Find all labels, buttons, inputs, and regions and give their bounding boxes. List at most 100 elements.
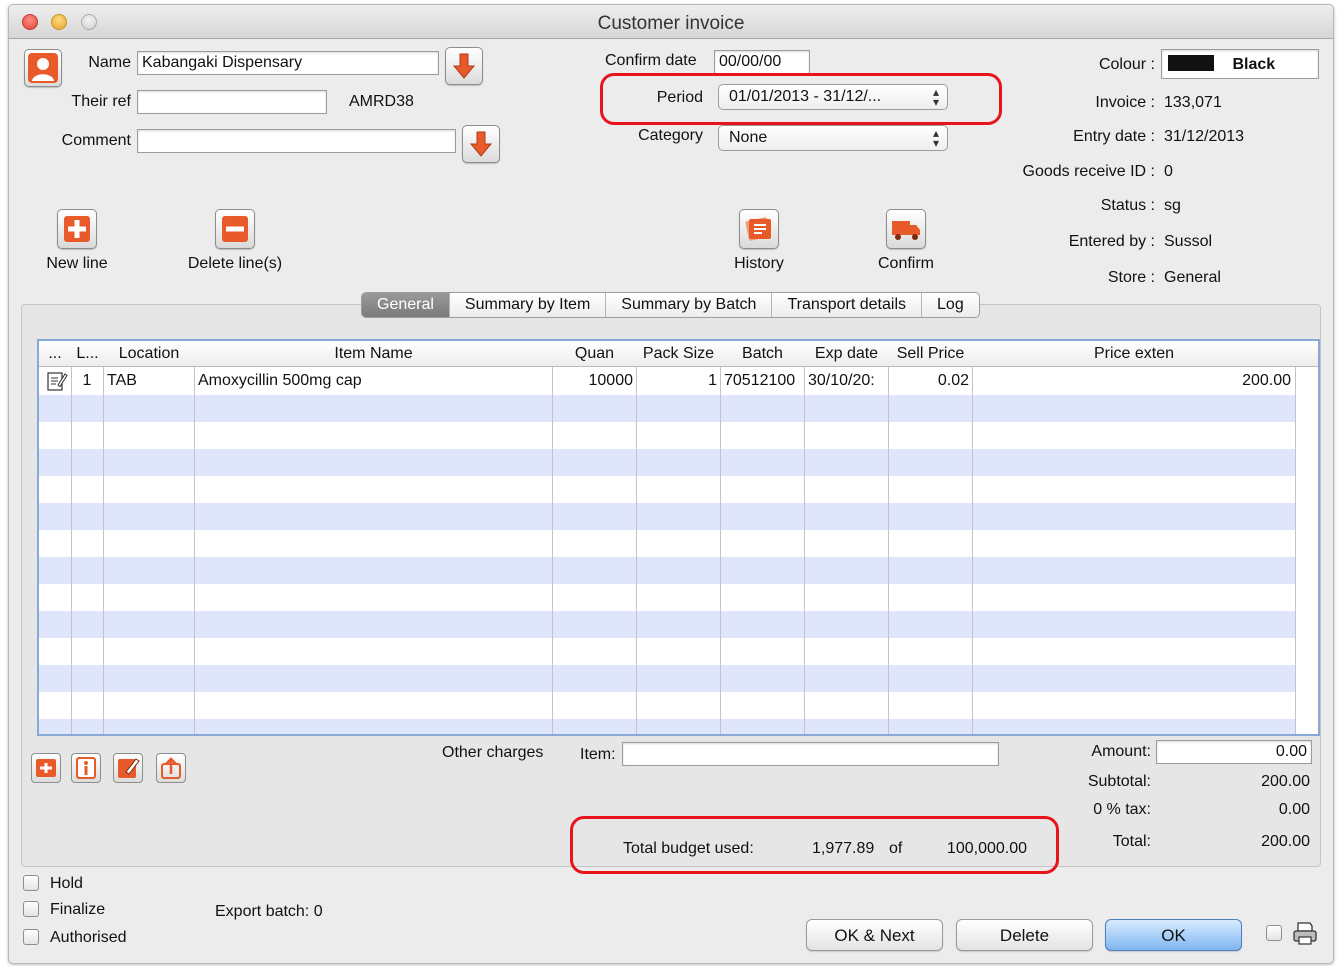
budget-total: 100,000.00 [946,840,1027,857]
entry-date-value: 31/12/2013 [1164,128,1245,145]
edit-note-icon[interactable] [46,370,68,392]
sell-price-cell: 0.02 [937,372,969,389]
arrow-down-icon [452,53,476,79]
printer-icon[interactable] [1291,919,1319,947]
invoice-value: 133,071 [1164,94,1222,111]
comment-field[interactable] [137,129,456,153]
tab-summary-by-item[interactable]: Summary by Item [450,293,607,317]
location-cell: TAB [107,372,137,389]
tax-value: 0.00 [1278,801,1310,818]
line-number: 1 [82,372,92,389]
authorised-checkbox[interactable] [23,929,39,945]
customer-code: AMRD38 [349,93,414,110]
batch-cell: 70512100 [724,372,796,389]
store-value: General [1164,269,1221,286]
their-ref-field[interactable] [137,90,327,114]
ok-button[interactable]: OK [1105,919,1242,951]
category-label: Category [638,127,703,144]
budget-used: 1,977.89 [812,840,875,857]
confirm-date-field[interactable]: 00/00/00 [714,50,810,74]
charge-item-label: Item: [580,746,616,763]
confirm-label: Confirm [877,255,934,272]
column-header[interactable]: Pack Size [637,345,720,363]
person-icon [28,53,58,83]
category-select[interactable]: None ▴ ▾ [718,125,948,151]
column-header[interactable]: Location [104,345,194,363]
status-label: Status : [1100,197,1155,214]
ok-next-button[interactable]: OK & Next [806,919,943,951]
quantity-cell: 10000 [588,372,634,389]
invoice-lines-table[interactable]: ... L... Location Item Name Quan Pack Si… [37,339,1320,736]
new-line-label: New line [46,255,108,272]
info-button[interactable] [71,753,101,783]
table-header: ... L... Location Item Name Quan Pack Si… [39,341,1318,367]
delete-lines-button[interactable]: Delete line(s) [174,209,296,273]
colour-select[interactable]: Black [1161,49,1319,79]
export-icon [161,757,181,779]
print-checkbox[interactable] [1266,925,1282,941]
customer-invoice-window: Customer invoice Name Kabangaki Dispensa… [8,4,1334,964]
price-extension-cell: 200.00 [1242,372,1291,389]
period-value: 01/01/2013 - 31/12/... [729,88,882,105]
tax-label: 0 % tax: [1093,801,1151,818]
tab-log[interactable]: Log [922,293,979,317]
arrow-down-icon [469,131,493,157]
hold-label: Hold [50,875,83,892]
budget-label: Total budget used: [623,840,754,857]
minus-icon [222,216,248,242]
delete-lines-label: Delete line(s) [187,255,283,272]
confirm-button[interactable]: Confirm [866,209,946,273]
amount-field[interactable]: 0.00 [1156,740,1312,764]
column-header[interactable]: Exp date [805,345,888,363]
comment-label: Comment [61,132,131,149]
goods-receive-value: 0 [1164,163,1173,180]
comment-choose-button[interactable] [462,125,500,163]
tab-transport-details[interactable]: Transport details [772,293,923,317]
edit-line-button[interactable] [113,753,143,783]
new-line-button[interactable]: New line [34,209,120,273]
column-header[interactable]: Batch [721,345,804,363]
period-label: Period [656,89,703,106]
name-choose-button[interactable] [445,47,483,85]
entered-by-label: Entered by : [1068,233,1155,250]
entered-by-value: Sussol [1164,233,1213,250]
column-header[interactable]: Item Name [195,345,552,363]
exp-date-cell: 30/10/20: [808,372,875,389]
history-cards-icon [745,217,771,241]
column-header[interactable]: Quan [553,345,636,363]
category-value: None [729,129,768,146]
entry-date-label: Entry date : [1073,128,1155,145]
window-title: Customer invoice [597,13,745,34]
updown-arrows-icon: ▴ ▾ [932,85,939,109]
hold-checkbox[interactable] [23,875,39,891]
column-header[interactable]: ... [39,345,71,363]
store-label: Store : [1107,269,1155,286]
colour-label: Colour : [1098,56,1155,73]
column-header[interactable]: Price exten [973,345,1295,363]
insert-line-button[interactable] [31,753,61,783]
charge-item-field[interactable] [622,742,999,766]
export-batch-label: Export batch: 0 [215,903,323,920]
customer-lookup-button[interactable] [24,49,62,87]
export-line-button[interactable] [156,753,186,783]
truck-icon [892,221,920,240]
delete-button[interactable]: Delete [956,919,1093,951]
name-field[interactable]: Kabangaki Dispensary [137,51,439,75]
budget-of: of [889,840,903,857]
tab-summary-by-batch[interactable]: Summary by Batch [606,293,773,317]
finalize-checkbox[interactable] [23,901,39,917]
other-charges-label: Other charges [442,744,544,761]
column-header[interactable]: Sell Price [889,345,972,363]
info-icon [76,757,96,779]
colour-swatch [1168,55,1214,71]
column-header[interactable]: L... [72,345,103,363]
tab-general[interactable]: General [362,293,450,317]
invoice-label: Invoice : [1095,94,1155,111]
their-ref-label: Their ref [71,93,131,110]
period-select[interactable]: 01/01/2013 - 31/12/... ▴ ▾ [718,84,948,110]
history-label: History [734,255,784,272]
history-button[interactable]: History [719,209,799,273]
colour-value: Black [1232,56,1276,73]
confirm-date-label: Confirm date [605,52,697,69]
subtotal-value: 200.00 [1261,773,1310,790]
